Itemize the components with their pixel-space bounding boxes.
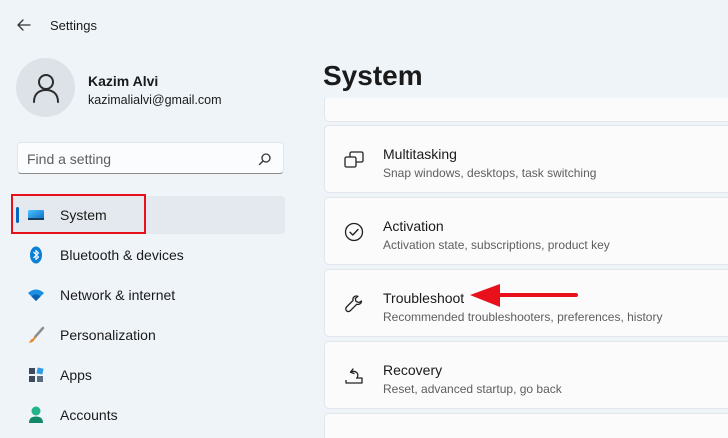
- person-silhouette-icon: [32, 73, 59, 103]
- annotation-arrow: [470, 284, 578, 307]
- wifi-icon: [27, 286, 45, 304]
- settings-card-clipped[interactable]: [324, 413, 728, 438]
- back-button[interactable]: [10, 12, 38, 38]
- person-icon: [27, 406, 45, 424]
- avatar: [16, 58, 75, 117]
- title-bar: Settings: [0, 0, 728, 50]
- card-subtitle: Activation state, subscriptions, product…: [383, 238, 610, 252]
- check-circle-icon: [343, 221, 365, 243]
- sidebar-item-bluetooth[interactable]: Bluetooth & devices: [13, 236, 285, 274]
- paintbrush-icon: [27, 326, 45, 344]
- wrench-icon: [343, 293, 365, 315]
- recovery-icon: [343, 365, 365, 387]
- card-title: Troubleshoot: [383, 290, 465, 306]
- user-profile[interactable]: Kazim Alvi kazimalialvi@gmail.com: [16, 58, 296, 120]
- settings-card-partial[interactable]: [324, 98, 728, 122]
- settings-card-activation[interactable]: Activation Activation state, subscriptio…: [324, 197, 728, 265]
- sidebar-item-label: Personalization: [60, 327, 156, 343]
- sidebar-item-personalization[interactable]: Personalization: [13, 316, 285, 354]
- settings-card-multitasking[interactable]: Multitasking Snap windows, desktops, tas…: [324, 125, 728, 193]
- card-subtitle: Reset, advanced startup, go back: [383, 382, 562, 396]
- search-input[interactable]: [27, 149, 247, 169]
- card-title: Multitasking: [383, 146, 457, 162]
- back-arrow-icon: [17, 19, 31, 31]
- page-title: System: [323, 60, 423, 91]
- sidebar-item-label: Network & internet: [60, 287, 176, 303]
- card-subtitle: Recommended troubleshooters, preferences…: [383, 310, 663, 324]
- app-title: Settings: [50, 18, 97, 33]
- card-title: Activation: [383, 218, 444, 234]
- annotation-highlight-box: [11, 194, 146, 234]
- sidebar-item-label: Apps: [60, 367, 92, 383]
- sidebar-item-label: Accounts: [60, 407, 118, 423]
- search-box[interactable]: [17, 142, 284, 174]
- profile-name: Kazim Alvi: [88, 73, 159, 89]
- sidebar-item-label: Bluetooth & devices: [60, 247, 184, 263]
- sidebar-item-network[interactable]: Network & internet: [13, 276, 285, 314]
- apps-icon: [27, 366, 45, 384]
- multitasking-icon: [343, 149, 365, 171]
- settings-card-recovery[interactable]: Recovery Reset, advanced startup, go bac…: [324, 341, 728, 409]
- sidebar-item-accounts[interactable]: Accounts: [13, 396, 285, 434]
- card-subtitle: Snap windows, desktops, task switching: [383, 166, 597, 180]
- card-title: Recovery: [383, 362, 443, 378]
- bluetooth-icon: [27, 246, 45, 264]
- sidebar-item-apps[interactable]: Apps: [13, 356, 285, 394]
- search-icon[interactable]: [257, 151, 273, 167]
- profile-email: kazimalialvi@gmail.com: [88, 93, 222, 107]
